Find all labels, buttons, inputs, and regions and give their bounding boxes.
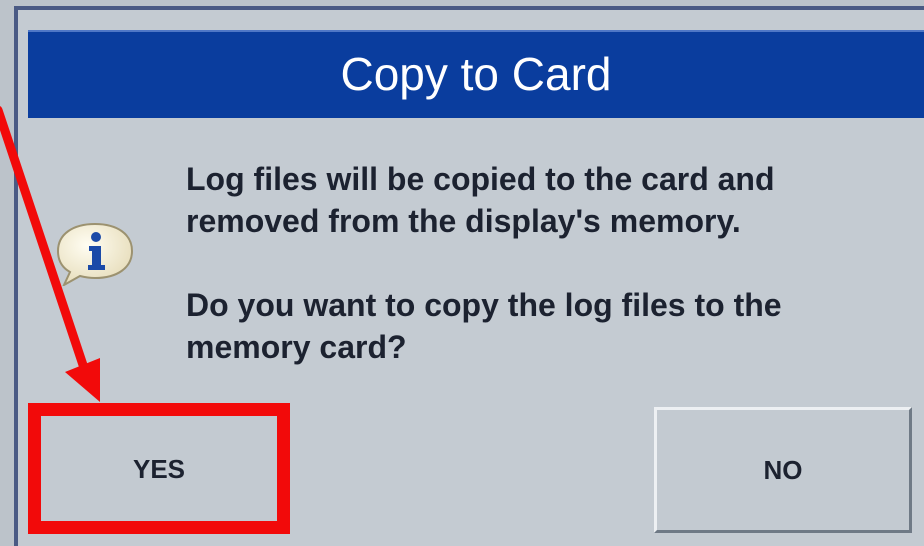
no-button[interactable]: NO	[654, 407, 912, 533]
message-line: Log files will be copied to the card and	[186, 161, 775, 197]
dialog-title-bar: Copy to Card	[28, 30, 924, 118]
message-line: removed from the display's memory.	[186, 203, 741, 239]
question-line: memory card?	[186, 329, 407, 365]
dialog-title: Copy to Card	[340, 48, 612, 100]
dialog-message: Log files will be copied to the card and…	[186, 158, 886, 368]
yes-button[interactable]: YES	[34, 410, 284, 528]
info-icon	[56, 222, 134, 286]
device-screen: Copy to Card Log files will be copied to…	[0, 0, 924, 546]
yes-button-label: YES	[132, 453, 186, 484]
question-line: Do you want to copy the log files to the	[186, 287, 782, 323]
no-button-label: NO	[763, 454, 803, 485]
